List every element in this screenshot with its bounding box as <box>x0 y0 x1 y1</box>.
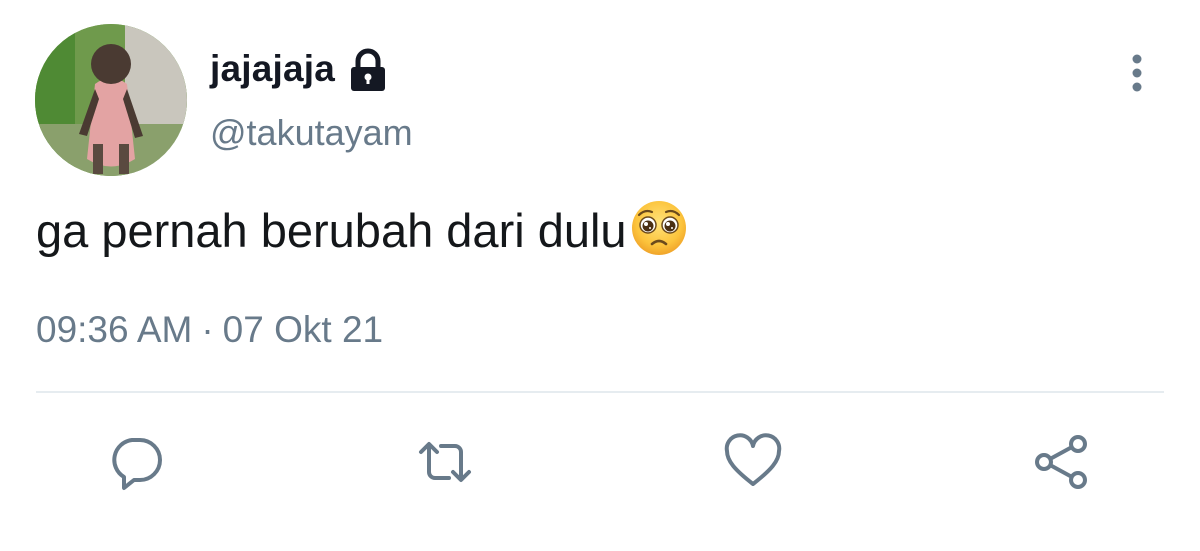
reply-icon <box>112 438 162 490</box>
tweet-text: ga pernah berubah dari dulu <box>36 203 627 257</box>
tweet-timestamp[interactable]: 09:36 AM · 07 Okt 21 <box>36 309 383 351</box>
retweet-button[interactable] <box>413 430 477 494</box>
display-name[interactable]: jajajaja <box>210 48 335 90</box>
tweet-date: 07 Okt 21 <box>222 309 384 350</box>
user-handle[interactable]: @takutayam <box>210 112 413 154</box>
heart-icon <box>724 433 782 486</box>
like-button[interactable] <box>721 430 785 494</box>
tweet-text-row: ga pernah berubah dari dulu <box>36 201 689 258</box>
tweet-card: jajajaja @takutayam ga pernah berubah da… <box>0 0 1200 551</box>
reply-button[interactable] <box>104 430 168 494</box>
share-icon <box>1035 435 1087 489</box>
lock-icon <box>345 47 391 93</box>
share-button[interactable] <box>1030 430 1094 494</box>
retweet-icon <box>419 442 471 482</box>
display-name-row: jajajaja <box>210 42 391 96</box>
avatar[interactable] <box>35 24 187 176</box>
avatar-image <box>35 24 187 176</box>
timestamp-separator: · <box>201 309 214 350</box>
tweet-time: 09:36 AM <box>36 309 193 350</box>
divider <box>36 391 1164 393</box>
more-options-icon[interactable] <box>1120 50 1154 96</box>
pleading-face-emoji-icon <box>631 201 686 255</box>
